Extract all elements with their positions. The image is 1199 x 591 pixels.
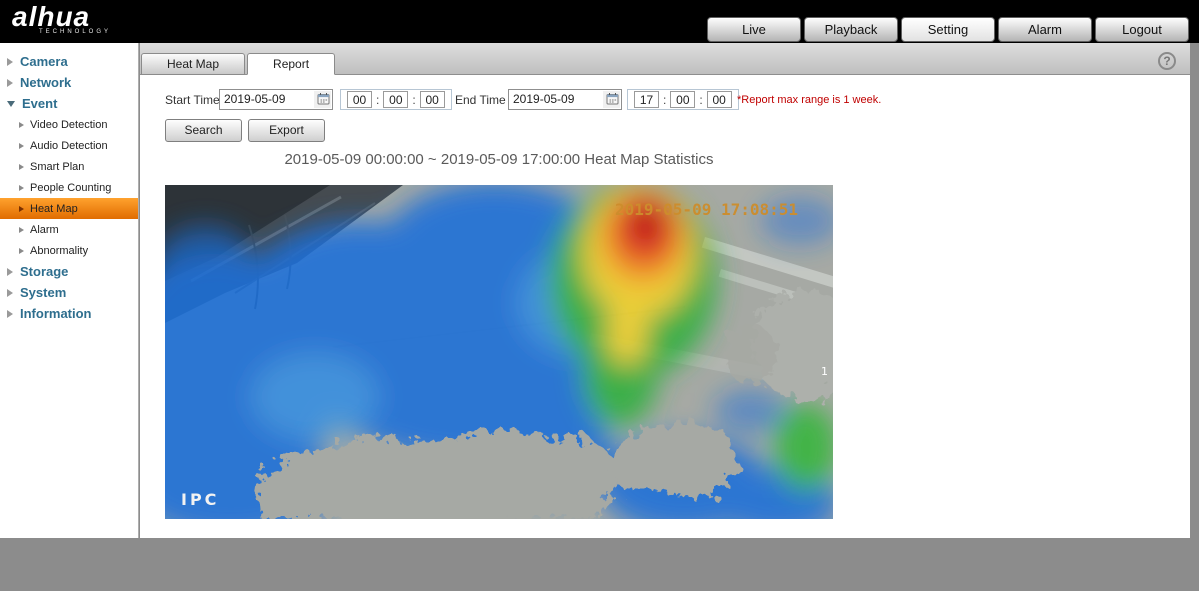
sidebar-item-event[interactable]: Event	[0, 93, 138, 114]
start-second-input[interactable]	[420, 91, 445, 108]
end-time-group: : :	[627, 89, 739, 110]
nav-button-playback[interactable]: Playback	[804, 17, 898, 42]
search-button[interactable]: Search	[165, 119, 242, 142]
content-area: Heat Map Report ? Start Time	[140, 43, 1190, 538]
sidebar-item-label: People Counting	[30, 182, 111, 194]
nav-button-setting[interactable]: Setting	[901, 17, 995, 42]
end-minute-input[interactable]	[670, 91, 695, 108]
sidebar-item-video-detection[interactable]: Video Detection	[0, 114, 138, 135]
sidebar-item-alarm[interactable]: Alarm	[0, 219, 138, 240]
chevron-right-icon	[19, 248, 24, 254]
dahua-logo: alhua TECHNOLOGY	[12, 2, 111, 35]
report-title: 2019-05-09 00:00:00 ~ 2019-05-09 17:00:0…	[165, 151, 833, 168]
nav-button-alarm[interactable]: Alarm	[998, 17, 1092, 42]
start-hour-input[interactable]	[347, 91, 372, 108]
start-time-label: Start Time	[165, 93, 220, 107]
chevron-right-icon	[19, 122, 24, 128]
report-page: Start Time :	[140, 75, 1190, 538]
chevron-right-icon	[19, 227, 24, 233]
osd-timestamp: 2019-05-09 17:08:51	[615, 200, 798, 219]
start-minute-input[interactable]	[383, 91, 408, 108]
sidebar-item-label: Heat Map	[30, 203, 78, 215]
time-separator: :	[412, 93, 415, 107]
heatmap-image: 2019-05-09 17:08:51 IPC 1	[165, 185, 833, 519]
sidebar-item-system[interactable]: System	[0, 282, 138, 303]
dahua-logo-tagline: TECHNOLOGY	[39, 29, 111, 35]
sidebar-item-audio-detection[interactable]: Audio Detection	[0, 135, 138, 156]
start-date-input[interactable]	[220, 90, 310, 108]
chevron-right-icon	[19, 185, 24, 191]
sidebar-item-storage[interactable]: Storage	[0, 261, 138, 282]
sidebar-item-label: Alarm	[30, 224, 59, 236]
chevron-right-icon	[7, 310, 13, 318]
end-calendar-button[interactable]	[603, 91, 620, 108]
sidebar-item-label: Information	[20, 306, 92, 321]
time-separator: :	[663, 93, 666, 107]
top-bar: alhua TECHNOLOGY Live Playback Setting A…	[0, 0, 1199, 43]
sidebar-item-people-counting[interactable]: People Counting	[0, 177, 138, 198]
end-date-field	[508, 89, 622, 110]
tab-report[interactable]: Report	[247, 53, 335, 75]
filter-row: Start Time :	[165, 89, 1180, 113]
end-second-input[interactable]	[707, 91, 732, 108]
sidebar-item-label: Storage	[20, 264, 68, 279]
osd-side-label: 1	[821, 365, 828, 378]
sidebar-item-label: Abnormality	[30, 245, 88, 257]
chevron-right-icon	[19, 206, 24, 212]
sidebar-item-label: Event	[22, 96, 57, 111]
heatmap-svg: 2019-05-09 17:08:51 IPC 1	[165, 185, 833, 519]
osd-camera-label: IPC	[181, 490, 219, 509]
main-nav: Live Playback Setting Alarm Logout	[707, 17, 1189, 42]
dahua-logo-text: alhua	[12, 2, 111, 32]
sidebar-item-camera[interactable]: Camera	[0, 51, 138, 72]
start-calendar-button[interactable]	[314, 91, 331, 108]
time-separator: :	[376, 93, 379, 107]
sidebar-item-label: System	[20, 285, 66, 300]
chevron-right-icon	[19, 164, 24, 170]
end-date-input[interactable]	[509, 90, 599, 108]
sidebar-item-label: Smart Plan	[30, 161, 84, 173]
sidebar-item-abnormality[interactable]: Abnormality	[0, 240, 138, 261]
time-separator: :	[699, 93, 702, 107]
sidebar-item-label: Audio Detection	[30, 140, 108, 152]
chevron-down-icon	[7, 101, 15, 107]
main-panel: Camera Network Event Video Detection Aud…	[0, 43, 1190, 538]
sidebar-item-label: Camera	[20, 54, 68, 69]
start-time-group: : :	[340, 89, 452, 110]
sidebar-item-label: Video Detection	[30, 119, 107, 131]
nav-button-logout[interactable]: Logout	[1095, 17, 1189, 42]
sidebar-item-heat-map[interactable]: Heat Map	[0, 198, 138, 219]
export-button[interactable]: Export	[248, 119, 325, 142]
sidebar-item-smart-plan[interactable]: Smart Plan	[0, 156, 138, 177]
max-range-note: *Report max range is 1 week.	[737, 94, 881, 106]
tab-heat-map[interactable]: Heat Map	[141, 53, 245, 75]
calendar-icon	[317, 92, 330, 105]
chevron-right-icon	[7, 58, 13, 66]
sidebar-item-label: Network	[20, 75, 71, 90]
calendar-icon	[606, 92, 619, 105]
nav-button-live[interactable]: Live	[707, 17, 801, 42]
tab-strip: Heat Map Report	[140, 43, 1190, 75]
chevron-right-icon	[19, 143, 24, 149]
end-time-label: End Time	[455, 93, 506, 107]
start-date-field	[219, 89, 333, 110]
end-hour-input[interactable]	[634, 91, 659, 108]
sidebar: Camera Network Event Video Detection Aud…	[0, 43, 139, 538]
chevron-right-icon	[7, 268, 13, 276]
chevron-right-icon	[7, 79, 13, 87]
help-icon[interactable]: ?	[1158, 52, 1176, 70]
sidebar-item-network[interactable]: Network	[0, 72, 138, 93]
chevron-right-icon	[7, 289, 13, 297]
sidebar-item-information[interactable]: Information	[0, 303, 138, 324]
